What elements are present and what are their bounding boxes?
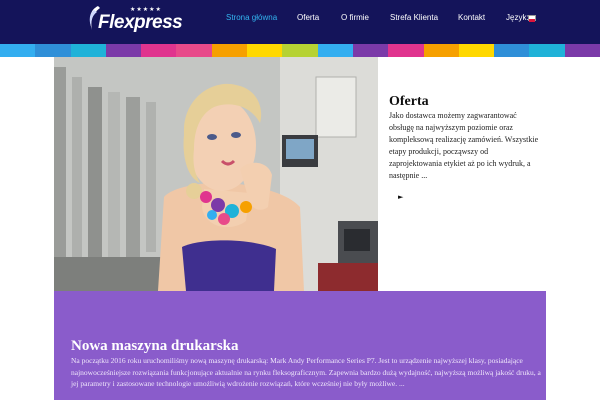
stripe-segment bbox=[352, 44, 389, 57]
stripe-segment bbox=[105, 44, 142, 57]
polish-flag-icon[interactable] bbox=[528, 15, 536, 22]
hero-image bbox=[54, 57, 378, 291]
stripe-segment bbox=[564, 44, 600, 57]
offer-description: Jako dostawca możemy zagwarantować obsłu… bbox=[389, 111, 539, 180]
offer-panel: Oferta Jako dostawca możemy zagwarantowa… bbox=[378, 57, 546, 291]
offer-title[interactable]: Oferta bbox=[389, 94, 429, 110]
stripe-segment bbox=[0, 44, 36, 57]
stripe-segment bbox=[176, 44, 212, 57]
nav-item-language[interactable]: Język: bbox=[506, 13, 529, 22]
stripe-segment bbox=[282, 44, 318, 57]
offer-arrow-icon[interactable]: ► bbox=[398, 193, 403, 201]
nav-item-strefa-klienta[interactable]: Strefa Klienta bbox=[390, 13, 438, 22]
stripe-segment bbox=[529, 44, 565, 57]
stripe-segment bbox=[458, 44, 495, 57]
news-text: Na początku 2016 roku uruchomiliśmy nową… bbox=[71, 356, 541, 388]
nav-item-kontakt[interactable]: Kontakt bbox=[458, 13, 485, 22]
stripe-segment bbox=[70, 44, 106, 57]
hero-photo-illustration bbox=[54, 57, 378, 291]
stripe-segment bbox=[211, 44, 248, 57]
stripe-segment bbox=[388, 44, 424, 57]
stripe-segment bbox=[317, 44, 353, 57]
news-title[interactable]: Nowa maszyna drukarska bbox=[71, 338, 239, 355]
nav-item-oferta[interactable]: Oferta bbox=[297, 13, 319, 22]
stripe-segment bbox=[247, 44, 283, 57]
stripe-segment bbox=[35, 44, 71, 57]
stripe-segment bbox=[494, 44, 530, 57]
nav-item-home[interactable]: Strona główna bbox=[226, 13, 277, 22]
nav-item-o-firmie[interactable]: O firmie bbox=[341, 13, 369, 22]
news-section: Nowa maszyna drukarska Na początku 2016 … bbox=[54, 291, 546, 400]
stripe-segment bbox=[423, 44, 459, 57]
color-stripe bbox=[0, 44, 600, 57]
site-header: ★★★★★ Flexpress Strona główna Oferta O f… bbox=[0, 0, 600, 44]
stripe-segment bbox=[141, 44, 177, 57]
main-nav: Strona główna Oferta O firmie Strefa Kli… bbox=[0, 0, 600, 44]
